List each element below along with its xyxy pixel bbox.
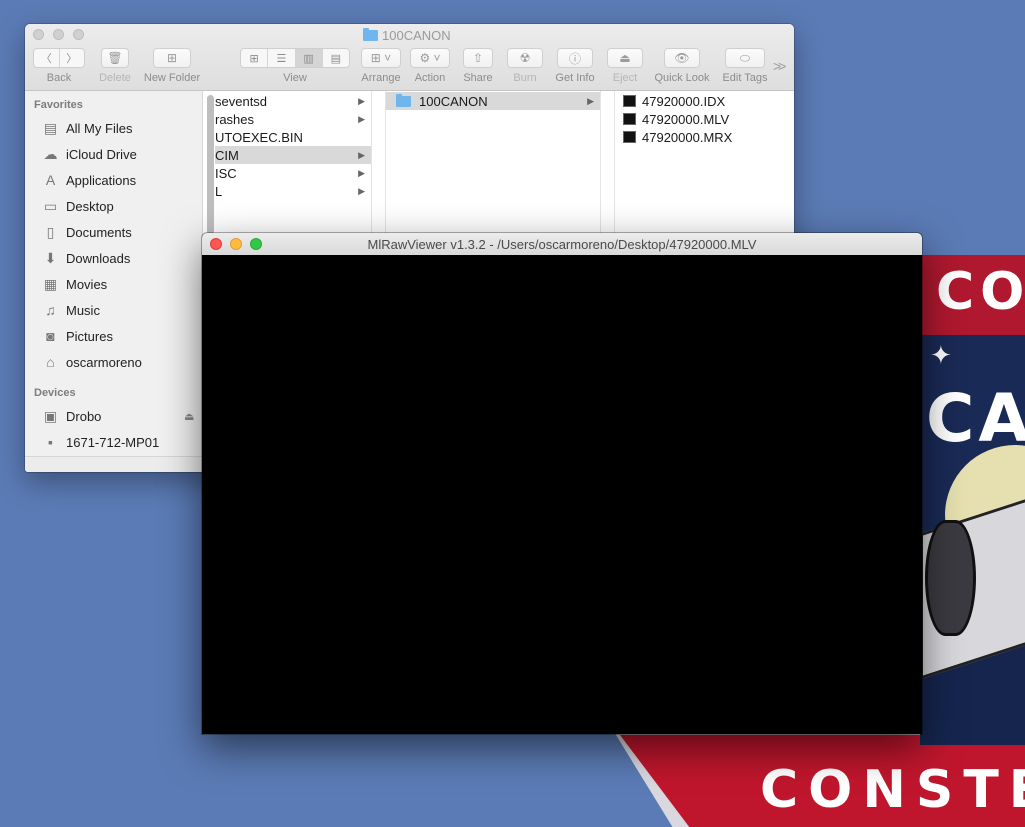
info-icon: ⓘ — [557, 48, 593, 68]
chevron-right-icon: ▶ — [587, 95, 594, 106]
window-title: 100CANON — [363, 27, 451, 43]
delete-button[interactable]: 🗑 Delete — [97, 48, 133, 88]
list-item[interactable]: UTOEXEC.BIN — [215, 128, 371, 146]
movies-icon: ▦ — [43, 275, 58, 292]
chevron-right-icon: ▶ — [358, 167, 365, 178]
applications-icon: A — [45, 172, 56, 188]
sidebar-item-all-my-files[interactable]: ▤ All My Files — [42, 117, 133, 139]
quick-look-button[interactable]: 👁 Quick Look — [652, 48, 712, 88]
get-info-button[interactable]: ⓘ Get Info — [552, 48, 598, 88]
file-icon — [623, 131, 636, 143]
desktop-icon: ▭ — [43, 197, 58, 214]
list-item[interactable]: seventsd ▶ — [215, 92, 371, 110]
action-button[interactable]: ⚙ ˅ Action — [410, 48, 450, 88]
viewer-titlebar[interactable]: MlRawViewer v1.3.2 - /Users/oscarmoreno/… — [202, 233, 922, 256]
eject-icon: ⏏ — [607, 48, 643, 68]
sidebar-item-drobo[interactable]: ▣ Drobo — [42, 405, 102, 427]
close-button[interactable] — [33, 29, 44, 40]
back-button[interactable]: 〈 — [34, 49, 60, 67]
wallpaper-top-text: COM — [936, 262, 1025, 322]
list-item-selected[interactable]: CIM ▶ — [215, 146, 371, 164]
finder-toolbar: 100CANON 〈 〉 Back 🗑 Delete ⊞ New Folder … — [25, 24, 794, 91]
list-item[interactable]: 47920000.MLV — [615, 110, 794, 128]
pictures-icon: ◙ — [46, 328, 55, 344]
cover-flow-button[interactable]: ▤ — [323, 49, 349, 67]
list-item-selected[interactable]: 100CANON ▶ — [386, 92, 600, 110]
documents-icon: ▯ — [46, 223, 55, 240]
view-control: ⊞ ☰ ▥ ▤ View — [240, 48, 350, 88]
eject-icon[interactable]: ⏏ — [184, 410, 194, 423]
new-folder-icon: ⊞ — [153, 48, 191, 68]
icon-view-button[interactable]: ⊞ — [241, 49, 269, 67]
favorites-header: Favorites — [34, 99, 83, 111]
star-icon: ✦ — [930, 340, 952, 370]
file-icon — [623, 113, 636, 125]
chevron-right-icon: ▶ — [358, 95, 365, 106]
chevron-right-icon: ▶ — [358, 149, 365, 160]
edit-tags-button[interactable]: ⬭ Edit Tags — [720, 48, 770, 88]
eye-icon: 👁 — [664, 48, 700, 68]
arrange-icon: ⊞ ˅ — [361, 48, 401, 68]
downloads-icon: ⬇ — [44, 249, 57, 266]
arrange-button[interactable]: ⊞ ˅ Arrange — [358, 48, 404, 88]
folder-icon — [396, 93, 411, 107]
music-icon: ♫ — [45, 302, 56, 318]
list-view-button[interactable]: ☰ — [268, 49, 296, 67]
viewer-window: MlRawViewer v1.3.2 - /Users/oscarmoreno/… — [202, 233, 922, 734]
sidebar-item-disk[interactable]: ▪ 1671-712-MP01 — [42, 431, 159, 453]
sidebar-item-applications[interactable]: A Applications — [42, 169, 136, 191]
share-button[interactable]: ⇧ Share — [460, 48, 496, 88]
cloud-icon: ☁ — [43, 145, 58, 162]
toolbar-overflow-button[interactable]: >> — [773, 58, 786, 74]
finder-sidebar: Favorites ▤ All My Files ☁ iCloud Drive … — [25, 91, 203, 456]
list-item[interactable]: 47920000.MRX — [615, 128, 794, 146]
sidebar-scrollbar[interactable] — [207, 95, 214, 235]
sidebar-item-documents[interactable]: ▯ Documents — [42, 221, 132, 243]
new-folder-button[interactable]: ⊞ New Folder — [142, 48, 202, 88]
column-view-button[interactable]: ▥ — [295, 49, 323, 67]
video-canvas[interactable] — [202, 255, 922, 734]
chevron-right-icon: ▶ — [358, 113, 365, 124]
trash-icon: 🗑 — [101, 48, 129, 68]
chevron-right-icon: ▶ — [358, 185, 365, 196]
wallpaper-bottom-text: CONSTELLA — [760, 760, 1025, 820]
list-item[interactable]: L ▶ — [215, 182, 371, 200]
disk-icon: ▪ — [48, 434, 53, 450]
folder-icon — [363, 27, 378, 41]
zoom-button[interactable] — [73, 29, 84, 40]
sidebar-item-home[interactable]: ⌂ oscarmoreno — [42, 351, 142, 373]
share-icon: ⇧ — [463, 48, 493, 68]
window-title: MlRawViewer v1.3.2 - /Users/oscarmoreno/… — [367, 237, 757, 252]
sidebar-item-movies[interactable]: ▦ Movies — [42, 273, 107, 295]
tag-icon: ⬭ — [725, 48, 765, 68]
list-item[interactable]: 47920000.IDX — [615, 92, 794, 110]
eject-button[interactable]: ⏏ Eject — [607, 48, 643, 88]
gear-icon: ⚙ ˅ — [410, 48, 450, 68]
burn-button[interactable]: ☢ Burn — [507, 48, 543, 88]
file-icon — [623, 95, 636, 107]
all-files-icon: ▤ — [43, 119, 58, 136]
home-icon: ⌂ — [46, 354, 55, 370]
forward-button[interactable]: 〉 — [60, 49, 85, 67]
sidebar-item-desktop[interactable]: ▭ Desktop — [42, 195, 114, 217]
minimize-button[interactable] — [53, 29, 64, 40]
sidebar-item-downloads[interactable]: ⬇ Downloads — [42, 247, 131, 269]
sidebar-item-music[interactable]: ♫ Music — [42, 299, 100, 321]
list-item[interactable]: rashes ▶ — [215, 110, 371, 128]
devices-header: Devices — [34, 387, 76, 399]
sidebar-item-icloud-drive[interactable]: ☁ iCloud Drive — [42, 143, 137, 165]
burn-icon: ☢ — [507, 48, 543, 68]
drive-icon: ▣ — [43, 407, 58, 424]
sidebar-item-pictures[interactable]: ◙ Pictures — [42, 325, 113, 347]
list-item[interactable]: ISC ▶ — [215, 164, 371, 182]
back-forward-group: 〈 〉 Back — [33, 48, 85, 88]
wallpaper-mid-text: CA — [926, 380, 1025, 457]
